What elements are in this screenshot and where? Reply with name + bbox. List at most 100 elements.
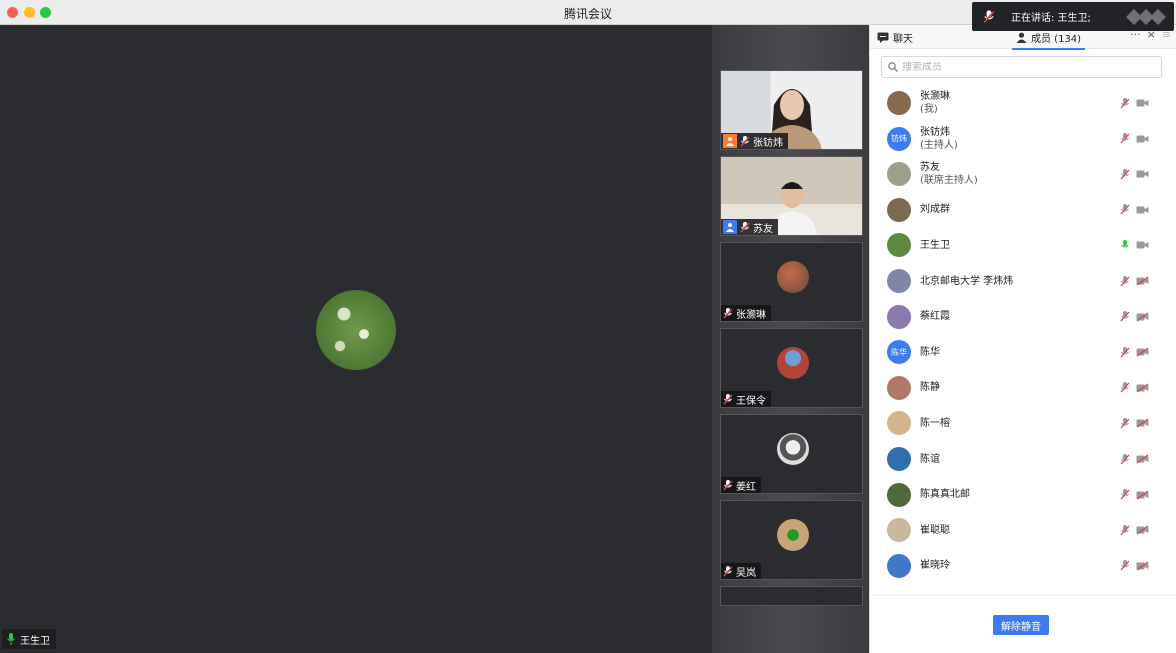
mic-active-icon <box>7 633 15 645</box>
tile-name: 苏友 <box>753 223 773 235</box>
camera-icon[interactable] <box>1136 98 1149 108</box>
member-text: 陈谊 <box>920 453 940 466</box>
search-input[interactable] <box>902 61 1142 73</box>
mic-muted-icon[interactable] <box>1120 346 1130 358</box>
member-row[interactable]: 钫炜 张钫炜 (主持人) <box>870 121 1176 157</box>
member-status-icons <box>1120 524 1149 536</box>
mic-muted-icon <box>740 135 750 146</box>
member-status-icons <box>1120 168 1149 180</box>
video-tile[interactable] <box>720 586 863 606</box>
member-text: 崔晓玲 <box>920 559 950 572</box>
mic-muted-icon[interactable] <box>1120 168 1130 180</box>
mic-active-icon[interactable] <box>1120 239 1130 251</box>
mic-muted-icon[interactable] <box>1120 204 1130 215</box>
tab-chat-label: 聊天 <box>893 33 913 45</box>
camera-icon[interactable] <box>1136 134 1149 144</box>
member-role: (我) <box>920 104 938 115</box>
mic-muted-icon <box>723 565 733 576</box>
camera-icon[interactable] <box>1136 383 1149 393</box>
member-role: (联席主持人) <box>920 175 978 187</box>
mic-muted-icon[interactable] <box>1120 311 1130 322</box>
camera-icon[interactable] <box>1136 347 1149 357</box>
member-row[interactable]: 崔晓玲 <box>870 548 1176 584</box>
camera-icon[interactable] <box>1136 525 1149 535</box>
member-status-icons <box>1120 453 1149 465</box>
member-search[interactable] <box>881 56 1162 78</box>
member-avatar: 钫炜 <box>887 126 911 151</box>
member-row[interactable]: 陈静 <box>870 370 1176 406</box>
tile-label: 吴岚 <box>721 563 761 579</box>
panel-footer: 解除静音 <box>870 595 1176 653</box>
member-row[interactable]: 王生卫 <box>870 227 1176 263</box>
tab-members[interactable]: 成员 (134) <box>1011 29 1086 50</box>
member-name: 蔡红霞 <box>920 311 950 323</box>
mic-muted-icon <box>723 393 733 404</box>
member-name: 陈真真北邮 <box>920 489 970 501</box>
member-row[interactable]: 陈真真北邮 <box>870 477 1176 513</box>
member-row[interactable]: 崔聪聪 <box>870 512 1176 548</box>
tab-chat[interactable]: 聊天 <box>877 29 913 45</box>
mic-muted-icon[interactable] <box>1120 489 1130 500</box>
member-status-icons <box>1120 239 1149 251</box>
member-row[interactable]: 张灏琳 (我) <box>870 85 1176 121</box>
mic-muted-icon[interactable] <box>1120 275 1130 287</box>
member-text: 张钫炜 (主持人) <box>920 126 958 152</box>
unmute-all-button[interactable]: 解除静音 <box>993 615 1049 635</box>
camera-icon[interactable] <box>1136 561 1149 571</box>
video-tile[interactable]: 王保令 <box>720 328 863 408</box>
main-video-stage[interactable]: 王生卫 <box>0 25 712 653</box>
tile-label: 张钫炜 <box>721 133 788 149</box>
member-row[interactable]: 陈一榕 <box>870 405 1176 441</box>
member-status-icons <box>1120 311 1149 322</box>
mic-muted-icon[interactable] <box>1120 382 1130 393</box>
camera-icon[interactable] <box>1136 205 1149 215</box>
video-tile[interactable]: 张灏琳 <box>720 242 863 322</box>
member-avatar <box>887 375 911 400</box>
camera-icon[interactable] <box>1136 490 1149 500</box>
member-text: 崔聪聪 <box>920 524 950 537</box>
camera-icon[interactable] <box>1136 240 1149 250</box>
member-avatar: 陈华 <box>887 340 911 365</box>
camera-icon[interactable] <box>1136 312 1149 322</box>
mic-muted-icon[interactable] <box>1120 417 1130 429</box>
mic-muted-icon[interactable] <box>1120 524 1130 536</box>
member-name: 张灏琳 <box>920 91 950 102</box>
member-text: 刘成群 <box>920 203 950 216</box>
mic-muted-icon[interactable] <box>1120 453 1130 465</box>
member-avatar <box>887 91 911 115</box>
mic-muted-icon <box>740 221 750 232</box>
member-row[interactable]: 刘成群 <box>870 192 1176 228</box>
member-name: 崔晓玲 <box>920 560 950 572</box>
member-name: 王生卫 <box>920 239 950 251</box>
video-tile[interactable]: 张钫炜 <box>720 70 863 150</box>
speaking-text: 正在讲话: 王生卫; <box>1011 13 1091 24</box>
member-name: 苏友 <box>920 162 940 174</box>
mic-muted-icon[interactable] <box>1120 133 1130 144</box>
tile-label: 张灏琳 <box>721 305 771 321</box>
camera-icon[interactable] <box>1136 454 1149 464</box>
camera-icon[interactable] <box>1136 276 1149 286</box>
tile-name: 吴岚 <box>736 567 756 579</box>
member-name: 陈静 <box>920 382 940 394</box>
mic-muted-icon[interactable] <box>1120 560 1130 571</box>
cohost-badge-icon <box>723 220 737 234</box>
video-tile[interactable]: 吴岚 <box>720 500 863 580</box>
member-avatar <box>887 518 911 543</box>
video-tile[interactable]: 苏友 <box>720 156 863 236</box>
member-list[interactable]: 张灏琳 (我) 钫炜 张钫炜 (主持人) 苏友 (联席主持人) 刘成群 王生卫 北京邮电大学 李炜… <box>870 85 1176 595</box>
member-avatar <box>887 269 911 293</box>
member-row[interactable]: 陈谊 <box>870 441 1176 477</box>
video-tile[interactable]: 姜红 <box>720 414 863 494</box>
camera-icon[interactable] <box>1136 169 1149 179</box>
member-status-icons <box>1120 382 1149 393</box>
member-text: 陈一榕 <box>920 417 950 430</box>
member-row[interactable]: 蔡红霞 <box>870 299 1176 335</box>
member-text: 陈华 <box>920 346 940 359</box>
member-row[interactable]: 北京邮电大学 李炜炜 <box>870 263 1176 299</box>
member-row[interactable]: 苏友 (联席主持人) <box>870 156 1176 192</box>
camera-icon[interactable] <box>1136 418 1149 428</box>
member-avatar <box>887 304 911 329</box>
member-avatar <box>887 197 911 222</box>
member-row[interactable]: 陈华 陈华 <box>870 334 1176 370</box>
mic-muted-icon[interactable] <box>1120 97 1130 109</box>
